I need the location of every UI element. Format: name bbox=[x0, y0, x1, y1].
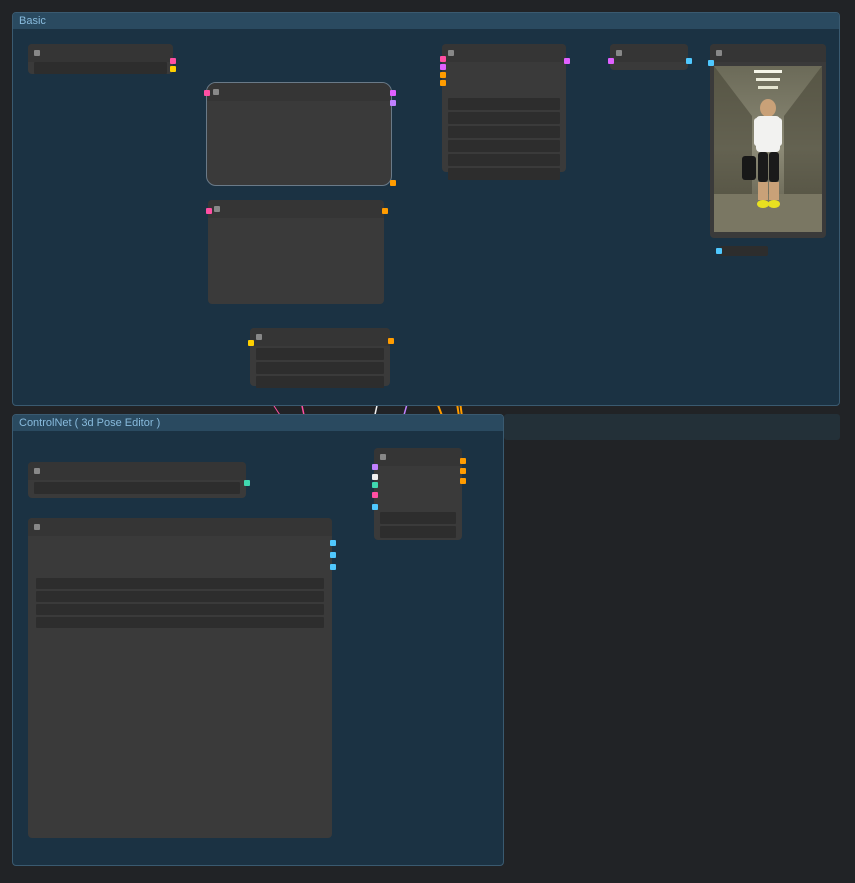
input-port[interactable] bbox=[708, 60, 714, 66]
output-port[interactable] bbox=[564, 58, 570, 64]
input-port[interactable] bbox=[204, 90, 210, 96]
output-port[interactable] bbox=[460, 468, 466, 474]
node-field[interactable] bbox=[448, 112, 560, 124]
output-port[interactable] bbox=[460, 458, 466, 464]
group-basic-title: Basic bbox=[13, 13, 839, 29]
collapse-icon[interactable] bbox=[716, 50, 722, 56]
node-field[interactable] bbox=[380, 512, 456, 524]
node-field[interactable] bbox=[448, 154, 560, 166]
node-header[interactable] bbox=[28, 518, 332, 536]
node-field[interactable] bbox=[36, 578, 324, 589]
output-port[interactable] bbox=[390, 100, 396, 106]
group-controlnet-spacer bbox=[504, 414, 840, 440]
collapse-icon[interactable] bbox=[214, 206, 220, 212]
input-port[interactable] bbox=[248, 340, 254, 346]
collapse-icon[interactable] bbox=[256, 334, 262, 340]
node-header[interactable] bbox=[374, 448, 462, 466]
node-field[interactable] bbox=[34, 62, 167, 74]
node-field[interactable] bbox=[36, 604, 324, 615]
input-port[interactable] bbox=[372, 464, 378, 470]
preview-image-content bbox=[714, 66, 822, 232]
input-port[interactable] bbox=[440, 64, 446, 70]
node-header[interactable] bbox=[250, 328, 390, 346]
output-port[interactable] bbox=[170, 66, 176, 72]
collapse-icon[interactable] bbox=[213, 89, 219, 95]
collapse-icon[interactable] bbox=[34, 468, 40, 474]
node-field[interactable] bbox=[256, 376, 384, 388]
output-port[interactable] bbox=[244, 480, 250, 486]
input-port[interactable] bbox=[440, 56, 446, 62]
node-header[interactable] bbox=[442, 44, 566, 62]
collapse-icon[interactable] bbox=[616, 50, 622, 56]
group-controlnet-title: ControlNet ( 3d Pose Editor ) bbox=[13, 415, 503, 431]
node-checkpoint[interactable] bbox=[28, 44, 173, 74]
node-prompt-negative[interactable] bbox=[208, 200, 384, 304]
node-field[interactable] bbox=[256, 348, 384, 360]
output-port[interactable] bbox=[382, 208, 388, 214]
node-preview-image[interactable] bbox=[710, 44, 826, 238]
input-port[interactable] bbox=[372, 482, 378, 488]
output-port[interactable] bbox=[388, 338, 394, 344]
node-header[interactable] bbox=[208, 200, 384, 218]
node-header[interactable] bbox=[207, 83, 391, 101]
output-port[interactable] bbox=[330, 552, 336, 558]
collapse-icon[interactable] bbox=[34, 50, 40, 56]
output-port[interactable] bbox=[330, 564, 336, 570]
preview-filename-badge bbox=[720, 246, 768, 256]
node-prompt[interactable] bbox=[206, 82, 392, 186]
output-port[interactable] bbox=[170, 58, 176, 64]
node-field[interactable] bbox=[36, 617, 324, 628]
input-port[interactable] bbox=[206, 208, 212, 214]
output-port[interactable] bbox=[686, 58, 692, 64]
output-port[interactable] bbox=[330, 540, 336, 546]
input-port[interactable] bbox=[440, 72, 446, 78]
input-port[interactable] bbox=[716, 248, 722, 254]
input-port[interactable] bbox=[372, 474, 378, 480]
output-port[interactable] bbox=[390, 180, 396, 186]
input-port[interactable] bbox=[372, 492, 378, 498]
node-field[interactable] bbox=[448, 98, 560, 110]
node-field[interactable] bbox=[34, 482, 240, 494]
collapse-icon[interactable] bbox=[380, 454, 386, 460]
node-controlnet-loader[interactable] bbox=[28, 462, 246, 498]
output-port[interactable] bbox=[390, 90, 396, 96]
node-field[interactable] bbox=[448, 140, 560, 152]
node-header[interactable] bbox=[710, 44, 826, 62]
node-vae-decode[interactable] bbox=[610, 44, 688, 70]
node-header[interactable] bbox=[28, 462, 246, 480]
input-port[interactable] bbox=[372, 504, 378, 510]
node-field[interactable] bbox=[380, 526, 456, 538]
node-field[interactable] bbox=[36, 591, 324, 602]
output-port[interactable] bbox=[460, 478, 466, 484]
input-port[interactable] bbox=[608, 58, 614, 64]
collapse-icon[interactable] bbox=[34, 524, 40, 530]
node-header[interactable] bbox=[28, 44, 173, 62]
node-sampler[interactable] bbox=[250, 328, 390, 386]
node-field[interactable] bbox=[448, 126, 560, 138]
node-ksampler[interactable] bbox=[442, 44, 566, 172]
node-field[interactable] bbox=[256, 362, 384, 374]
input-port[interactable] bbox=[440, 80, 446, 86]
node-apply-controlnet[interactable] bbox=[374, 448, 462, 540]
collapse-icon[interactable] bbox=[448, 50, 454, 56]
node-header[interactable] bbox=[610, 44, 688, 62]
node-field[interactable] bbox=[448, 168, 560, 180]
node-3d-pose-editor[interactable] bbox=[28, 518, 332, 838]
